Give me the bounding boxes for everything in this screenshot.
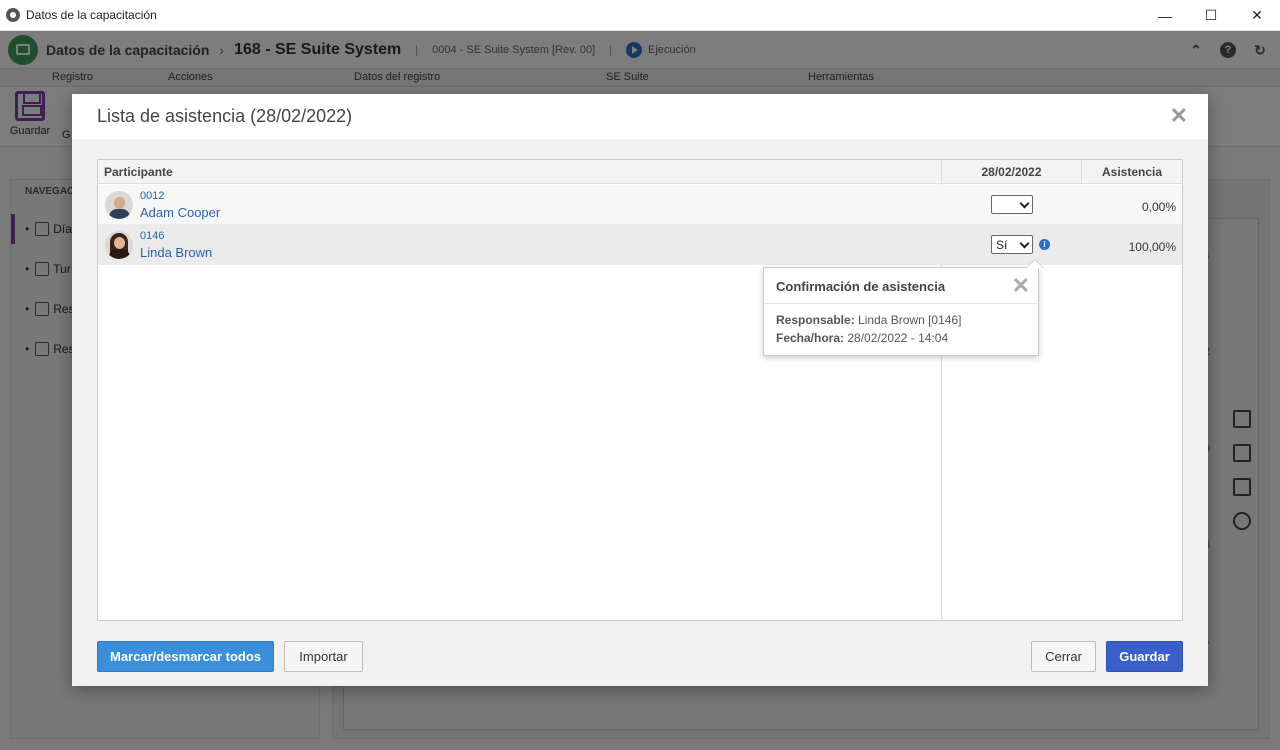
popover-title: Confirmación de asistencia (776, 279, 946, 294)
save-button[interactable]: Guardar (1106, 641, 1183, 672)
responsible-label: Responsable: (776, 313, 855, 327)
chevron-down-icon (1019, 198, 1030, 209)
close-icon[interactable]: ✕ (1012, 275, 1030, 297)
chevron-down-icon (1019, 238, 1030, 249)
column-header-participant[interactable]: Participante (104, 165, 173, 179)
dialog-header: Lista de asistencia (28/02/2022) ✕ (72, 94, 1208, 139)
popover-datetime: Fecha/hora: 28/02/2022 - 14:04 (776, 331, 948, 345)
minimize-icon[interactable]: — (1142, 0, 1188, 31)
participant-code[interactable]: 0012 (140, 190, 164, 202)
window-titlebar: Datos de la capacitación — ☐ ✕ (0, 0, 1280, 31)
table-row[interactable]: 0146 Linda Brown Sí i 100,00% (98, 225, 1182, 265)
attendance-percentage: 0,00% (1141, 200, 1176, 214)
attendance-percentage: 100,00% (1128, 240, 1176, 254)
attendance-select-value: Sí (996, 237, 1008, 252)
attendance-select[interactable] (991, 195, 1033, 214)
datetime-value: 28/02/2022 - 14:04 (847, 331, 949, 345)
close-window-icon[interactable]: ✕ (1234, 0, 1280, 31)
popover-header: Confirmación de asistencia ✕ (764, 268, 1038, 304)
close-icon[interactable]: ✕ (1170, 105, 1188, 127)
datetime-label: Fecha/hora: (776, 331, 845, 345)
app-icon (6, 8, 20, 22)
import-button[interactable]: Importar (284, 641, 363, 672)
participant-code[interactable]: 0146 (140, 230, 164, 242)
info-icon[interactable]: i (1039, 239, 1050, 250)
column-header-date[interactable]: 28/02/2022 (941, 160, 1081, 184)
close-button[interactable]: Cerrar (1031, 641, 1096, 672)
toggle-all-button[interactable]: Marcar/desmarcar todos (97, 641, 274, 672)
grid-header: Participante 28/02/2022 Asistencia (98, 160, 1182, 184)
attendance-grid: Participante 28/02/2022 Asistencia 0012 … (97, 159, 1183, 621)
responsible-value: Linda Brown [0146] (858, 313, 962, 327)
attendance-confirmation-popover: Confirmación de asistencia ✕ Responsable… (763, 259, 1044, 356)
participant-name[interactable]: Adam Cooper (140, 205, 220, 220)
avatar (105, 191, 133, 219)
dialog-title: Lista de asistencia (28/02/2022) (97, 106, 353, 126)
attendance-select[interactable]: Sí (991, 235, 1033, 254)
window-controls: — ☐ ✕ (1142, 0, 1280, 31)
popover-responsible: Responsable: Linda Brown [0146] (776, 313, 961, 327)
avatar (105, 231, 133, 259)
window-title: Datos de la capacitación (26, 8, 157, 22)
column-header-attendance[interactable]: Asistencia (1081, 160, 1182, 184)
table-row[interactable]: 0012 Adam Cooper 0,00% (98, 185, 1182, 225)
participant-name[interactable]: Linda Brown (140, 245, 212, 260)
attendance-list-dialog: Lista de asistencia (28/02/2022) ✕ Parti… (72, 94, 1208, 686)
maximize-icon[interactable]: ☐ (1188, 0, 1234, 31)
